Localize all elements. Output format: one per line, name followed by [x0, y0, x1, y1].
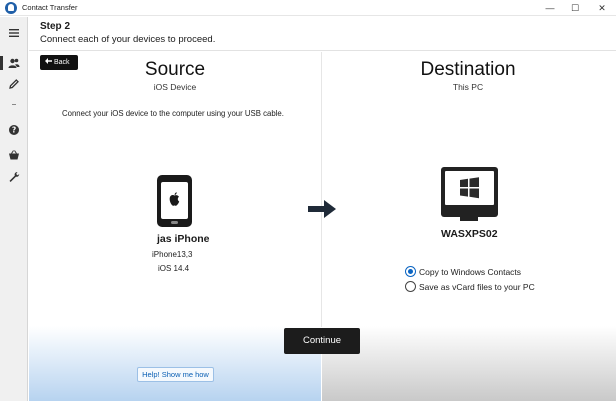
step-instruction: Connect each of your devices to proceed.: [40, 34, 216, 45]
windows-pc-icon: [441, 167, 498, 217]
pencil-icon[interactable]: [8, 78, 20, 90]
app-logo-icon: [5, 2, 17, 14]
option-label: Copy to Windows Contacts: [419, 267, 522, 277]
help-icon[interactable]: ?: [8, 124, 20, 136]
source-instructions: Connect your iOS device to the computer …: [62, 109, 284, 118]
svg-text:?: ?: [12, 126, 16, 135]
pc-name: WASXPS02: [441, 228, 498, 240]
source-title: Source: [144, 59, 206, 80]
windows-logo-icon: [460, 177, 479, 199]
sidebar: ?: [0, 17, 28, 401]
help-panel-background: [29, 326, 321, 401]
device-name: jas iPhone: [157, 233, 210, 245]
radio-selected[interactable]: [405, 266, 416, 277]
device-os: iOS 14.4: [158, 264, 190, 273]
back-arrow-icon: [45, 55, 52, 70]
phone-screen: [161, 182, 188, 219]
destination-title: Destination: [420, 59, 516, 80]
contacts-icon[interactable]: [8, 57, 20, 69]
title-bar: Contact Transfer — ☐ ✕: [0, 0, 616, 16]
monitor-screen: [445, 171, 494, 205]
source-subtitle: iOS Device: [153, 82, 197, 92]
help-show-me-how-button[interactable]: Help! Show me how: [137, 367, 214, 382]
right-arrow-icon: [306, 198, 338, 220]
wrench-icon[interactable]: [8, 171, 20, 183]
continue-button[interactable]: Continue: [284, 328, 360, 354]
basket-icon[interactable]: [8, 149, 20, 161]
destination-subtitle: This PC: [452, 82, 484, 92]
maximize-button[interactable]: ☐: [561, 0, 589, 16]
header-divider: [29, 50, 616, 51]
close-button[interactable]: ✕: [588, 0, 616, 16]
apple-logo-icon: [169, 192, 180, 206]
iphone-icon: [157, 175, 192, 227]
phone-home-button: [171, 221, 178, 224]
device-model: iPhone13,3: [152, 250, 193, 259]
hamburger-menu-icon[interactable]: [8, 27, 20, 39]
window-title: Contact Transfer: [22, 3, 78, 12]
radio-unselected[interactable]: [405, 281, 416, 292]
active-indicator: [0, 56, 3, 70]
column-divider: [321, 52, 322, 327]
sidebar-separator: [12, 104, 16, 105]
step-title: Step 2: [40, 21, 71, 32]
option-label: Save as vCard files to your PC: [419, 282, 535, 292]
destination-panel-background: [322, 326, 616, 401]
back-label: Back: [54, 59, 70, 66]
minimize-button[interactable]: —: [536, 0, 564, 16]
monitor-stand: [460, 217, 478, 221]
back-button[interactable]: Back: [40, 55, 78, 70]
